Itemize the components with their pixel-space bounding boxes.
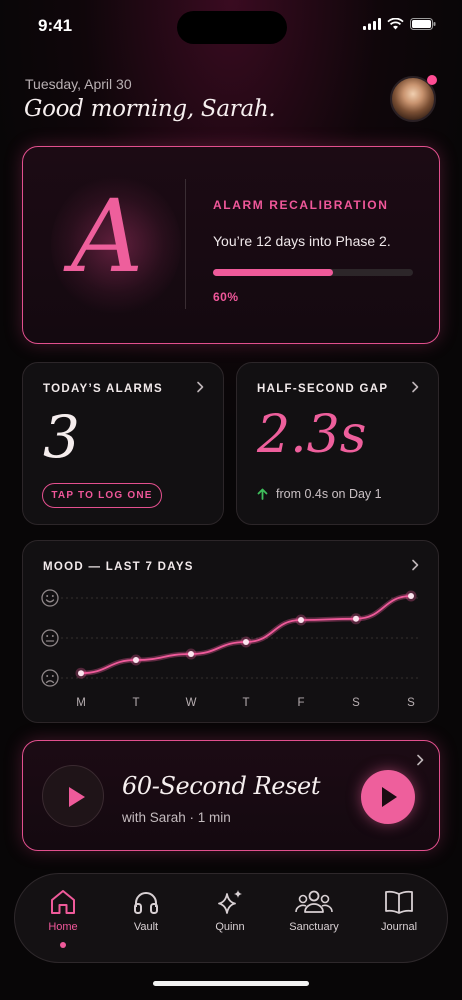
mood-point: [353, 615, 359, 622]
program-label: ALARM RECALIBRATION: [213, 198, 389, 212]
wifi-icon: [387, 18, 404, 30]
home-indicator: [153, 981, 309, 986]
tab-label: Home: [48, 921, 78, 933]
todays-alarms-label: TODAY’S ALARMS: [43, 383, 164, 395]
battery-icon: [410, 18, 436, 30]
phase-letter-badge: A: [51, 165, 181, 325]
tab-bar: Home Vault Quinn Sanctuary Journal: [14, 873, 448, 963]
notification-dot: [427, 75, 437, 85]
tab-sanctuary[interactable]: Sanctuary: [274, 888, 354, 948]
status-icons: [363, 18, 436, 30]
chevron-right-icon[interactable]: [193, 380, 207, 394]
half-second-gap-label: HALF-SECOND GAP: [257, 383, 389, 395]
tab-vault[interactable]: Vault: [106, 888, 186, 948]
tab-home[interactable]: Home: [23, 888, 103, 948]
mood-line-glow: [78, 593, 414, 676]
active-tab-indicator: [60, 942, 66, 948]
book-icon: [385, 890, 413, 914]
phase-letter: A: [71, 178, 144, 295]
todays-alarms-card[interactable]: TODAY’S ALARMS 3 TAP TO LOG ONE: [22, 362, 224, 525]
community-icon: [295, 890, 333, 913]
tab-label: Journal: [380, 921, 418, 933]
x-tick-label: W: [186, 697, 197, 709]
x-tick-label: T: [242, 697, 249, 709]
dynamic-island: [177, 11, 287, 44]
sad-face-icon: [41, 669, 59, 687]
reset-title: 60-Second Reset: [122, 772, 321, 800]
happy-face-icon: [41, 589, 59, 607]
divider: [185, 179, 186, 309]
mood-point: [133, 657, 139, 663]
reset-subtitle: with Sarah · 1 min: [122, 810, 231, 825]
home-icon: [51, 890, 75, 914]
tab-label: Vault: [133, 921, 159, 933]
progress-bar-fill: [213, 269, 333, 276]
chevron-right-icon[interactable]: [413, 753, 427, 767]
x-tick-label: S: [407, 697, 415, 709]
x-tick-label: M: [76, 697, 86, 709]
tab-label: Sanctuary: [289, 921, 339, 933]
half-second-gap-card[interactable]: HALF-SECOND GAP 2.3s from 0.4s on Day 1: [236, 362, 439, 525]
neutral-face-icon: [41, 629, 59, 647]
x-tick-label: T: [132, 697, 139, 709]
arrow-up-icon: [257, 488, 268, 500]
sparkle-icon: [218, 890, 242, 914]
tab-quinn[interactable]: Quinn: [190, 888, 270, 948]
status-bar: 9:41: [0, 0, 462, 54]
mood-chart-card[interactable]: MOOD — LAST 7 DAYS MTWTFSS: [22, 540, 439, 723]
mood-point: [408, 593, 414, 599]
greeting-heading: Good morning, Sarah.: [24, 96, 276, 122]
mood-point: [188, 651, 194, 657]
tab-journal[interactable]: Journal: [359, 888, 439, 948]
status-time: 9:41: [38, 16, 73, 35]
program-status-text: You’re 12 days into Phase 2.: [213, 233, 391, 249]
alarms-count: 3: [43, 403, 80, 471]
mood-point: [78, 670, 84, 677]
reset-card[interactable]: 60-Second Reset with Sarah · 1 min: [22, 740, 440, 851]
gap-trend-text: from 0.4s on Day 1: [276, 487, 382, 501]
gap-trend: from 0.4s on Day 1: [257, 487, 382, 501]
play-button[interactable]: [361, 770, 415, 824]
reset-preview-play-button[interactable]: [42, 765, 104, 827]
signal-icon: [363, 18, 381, 30]
date-label: Tuesday, April 30: [25, 76, 132, 92]
x-tick-label: S: [352, 697, 360, 709]
x-tick-label: F: [297, 697, 304, 709]
progress-percent: 60%: [213, 290, 239, 304]
progress-bar: [213, 269, 413, 276]
headphones-icon: [134, 892, 158, 914]
chevron-right-icon[interactable]: [408, 380, 422, 394]
gap-value: 2.3s: [257, 405, 367, 465]
mood-point: [243, 639, 249, 645]
log-alarm-button[interactable]: TAP TO LOG ONE: [42, 483, 162, 508]
mood-line-chart: MTWTFSS: [41, 589, 419, 709]
mood-point: [298, 617, 304, 623]
alarm-recalibration-card[interactable]: A ALARM RECALIBRATION You’re 12 days int…: [22, 146, 440, 344]
tab-label: Quinn: [215, 921, 245, 933]
